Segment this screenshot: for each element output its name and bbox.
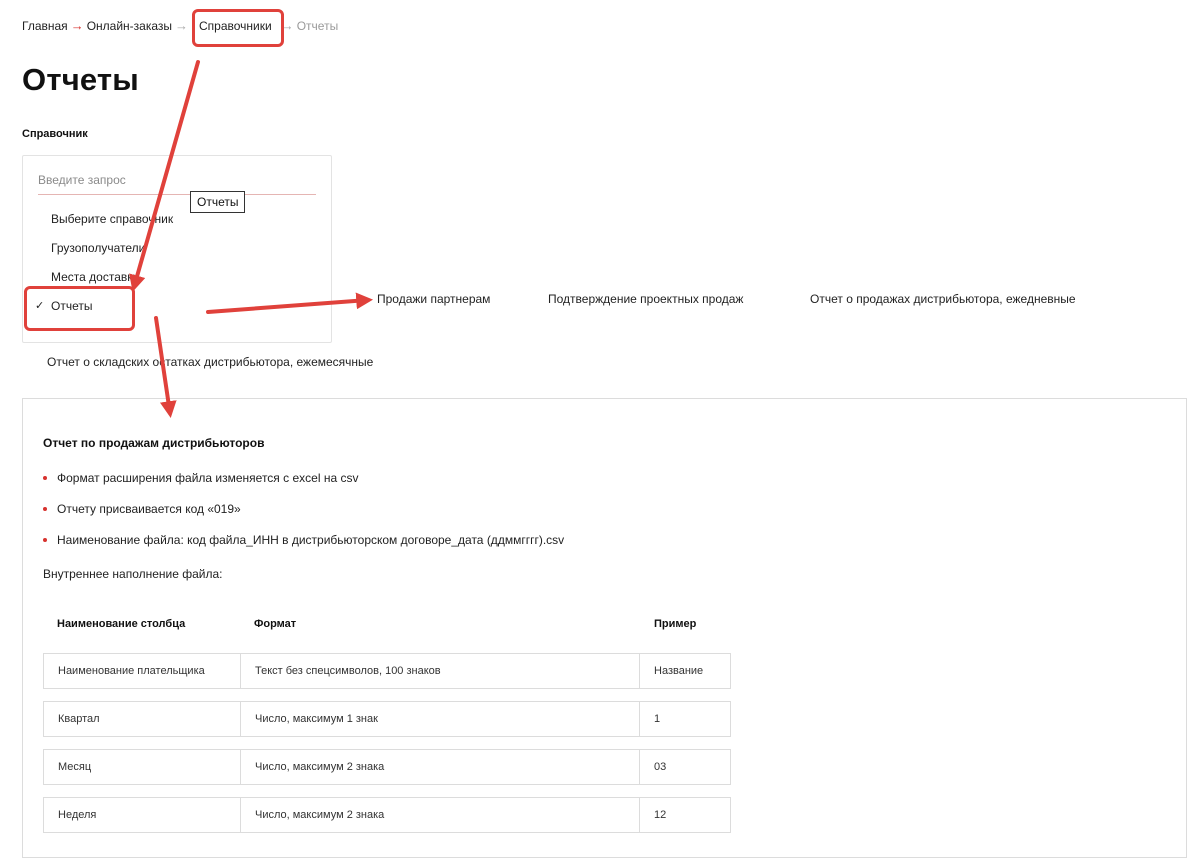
table-header-example: Пример — [654, 618, 697, 630]
list-item-text: Наименование файла: код файла_ИНН в дист… — [57, 533, 565, 547]
table-cell: 03 — [639, 749, 731, 785]
bullet-dot-icon — [43, 507, 47, 511]
table-cell: Месяц — [43, 749, 241, 785]
page-title: Отчеты — [22, 62, 139, 97]
table-cell: Название — [639, 653, 731, 689]
breadcrumb-home-link[interactable]: Главная — [22, 19, 68, 33]
breadcrumb-orders-link[interactable]: Онлайн-заказы — [87, 19, 172, 33]
dropdown-option-placeholder[interactable]: Выберите справочник — [51, 212, 173, 226]
tab-partner-sales[interactable]: Продажи партнерам — [377, 292, 490, 306]
breadcrumb-arrow-icon: → — [175, 18, 189, 33]
table-header-format: Формат — [254, 618, 297, 630]
tab-daily-distributor-sales[interactable]: Отчет о продажах дистрибьютора, ежедневн… — [810, 292, 1076, 306]
highlight-box-reports — [24, 286, 135, 331]
tab-monthly-distributor-stock[interactable]: Отчет о складских остатках дистрибьютора… — [47, 355, 373, 369]
breadcrumb-arrow-icon: → — [70, 18, 84, 33]
table-row: Наименование плательщика Текст без спецс… — [43, 653, 731, 689]
directory-field-label: Справочник — [22, 128, 88, 140]
highlight-box-directories — [192, 9, 284, 47]
bullet-dot-icon — [43, 476, 47, 480]
table-cell: Число, максимум 2 знака — [240, 749, 640, 785]
bullet-dot-icon — [43, 538, 47, 542]
table-row: Неделя Число, максимум 2 знака 12 — [43, 797, 731, 833]
list-item-text: Формат расширения файла изменяется с exc… — [57, 471, 359, 485]
table-cell: Неделя — [43, 797, 241, 833]
option-tooltip: Отчеты — [190, 191, 246, 213]
table-cell: Наименование плательщика — [43, 653, 241, 689]
report-content-panel: Отчет по продажам дистрибьюторов Формат … — [22, 398, 1187, 858]
directory-search-input[interactable] — [38, 166, 316, 195]
table-cell: 1 — [639, 701, 731, 737]
dropdown-option-consignees[interactable]: Грузополучатели — [51, 241, 145, 255]
table-cell: Число, максимум 2 знака — [240, 797, 640, 833]
table-cell: Текст без спецсимволов, 100 знаков — [240, 653, 640, 689]
tab-project-sales-confirmation[interactable]: Подтверждение проектных продаж — [548, 292, 743, 306]
table-header-column-name: Наименование столбца — [57, 618, 186, 630]
list-item: Наименование файла: код файла_ИНН в дист… — [43, 533, 564, 547]
table-row: Месяц Число, максимум 2 знака 03 — [43, 749, 731, 785]
table-row: Квартал Число, максимум 1 знак 1 — [43, 701, 731, 737]
breadcrumb-current: Отчеты — [296, 18, 339, 33]
dropdown-option-delivery-places[interactable]: Места доставки — [51, 270, 139, 284]
list-item-text: Отчету присваивается код «019» — [57, 502, 241, 516]
file-contents-intro: Внутреннее наполнение файла: — [43, 567, 223, 581]
table-cell: 12 — [639, 797, 731, 833]
table-cell: Число, максимум 1 знак — [240, 701, 640, 737]
breadcrumb: Главная → Онлайн-заказы → Справочники → … — [22, 18, 338, 33]
list-item: Формат расширения файла изменяется с exc… — [43, 471, 358, 485]
report-title: Отчет по продажам дистрибьюторов — [43, 436, 265, 450]
list-item: Отчету присваивается код «019» — [43, 502, 241, 516]
table-cell: Квартал — [43, 701, 241, 737]
